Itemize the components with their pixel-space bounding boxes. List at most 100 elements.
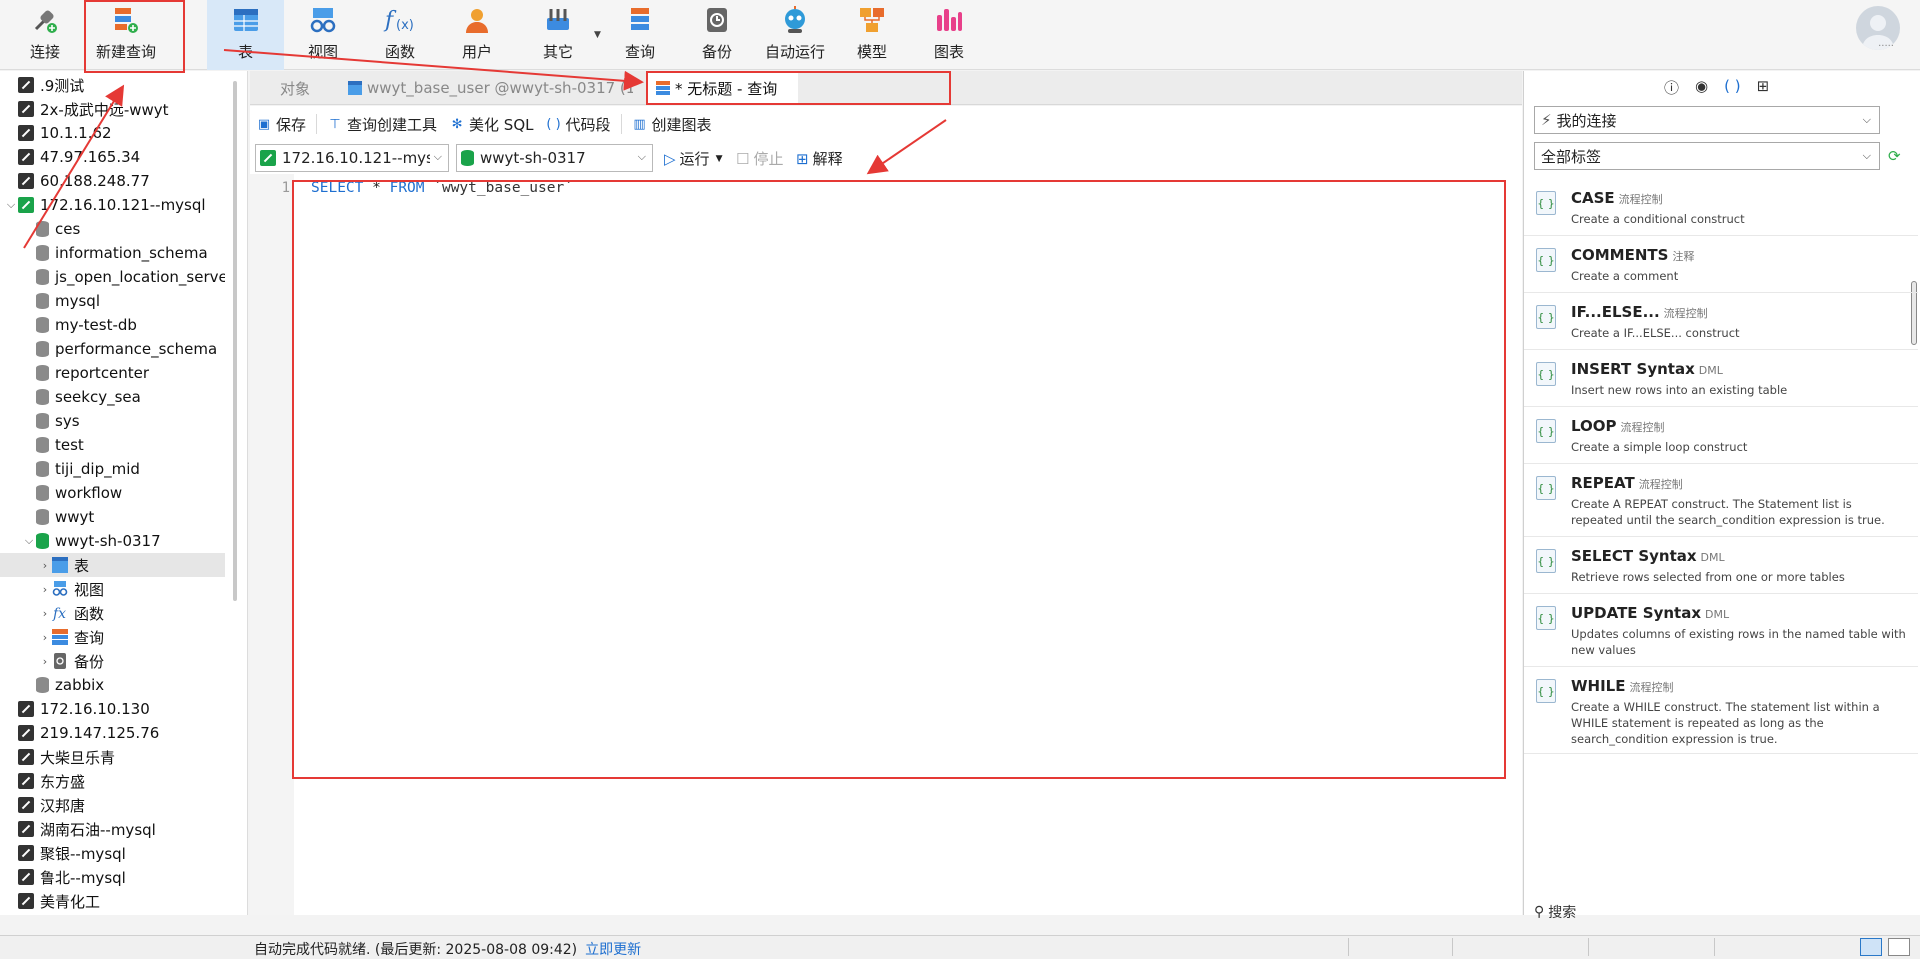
eye-icon[interactable]: ◉ <box>1695 77 1708 98</box>
tree-item[interactable]: js_open_location_server <box>0 265 225 289</box>
tree-item[interactable]: 10.1.1.62 <box>0 121 225 145</box>
snippet-item[interactable]: { } CASE 流程控制 Create a conditional construc… <box>1524 179 1918 236</box>
tree-item[interactable]: 鲁北--mysql <box>0 865 225 889</box>
toolbar-new-query-button[interactable]: 新建查询 <box>90 0 162 70</box>
snippet-item[interactable]: { } REPEAT 流程控制 Create A REPEAT construct. … <box>1524 464 1918 537</box>
tree-item[interactable]: workflow <box>0 481 225 505</box>
sql-code-line[interactable]: SELECT * FROM `wwyt_base_user` <box>311 180 573 196</box>
connection-select[interactable]: 172.16.10.121--mysql ⌵ <box>255 144 449 172</box>
chevron-right-icon[interactable]: › <box>38 655 52 668</box>
tree-item[interactable]: seekcy_sea <box>0 385 225 409</box>
tree-item[interactable]: 219.147.125.76 <box>0 721 225 745</box>
toolbar-query-button[interactable]: 查询 <box>617 0 663 70</box>
chevron-down-icon[interactable]: ⌵ <box>4 198 18 212</box>
save-button[interactable]: ▣ 保存 <box>256 114 306 135</box>
tree-item[interactable]: information_schema <box>0 241 225 265</box>
tree-item[interactable]: mysql <box>0 289 225 313</box>
other-dropdown-caret-icon[interactable]: ▼ <box>594 30 601 40</box>
chevron-right-icon[interactable]: › <box>38 559 52 572</box>
tag-filter-select[interactable]: 全部标签 ⌵ <box>1534 142 1880 170</box>
tree-item[interactable]: › 备份 <box>0 649 225 673</box>
snippet-button[interactable]: ( ) 代码段 <box>546 114 610 135</box>
tree-item[interactable]: 172.16.10.130 <box>0 697 225 721</box>
tree-item[interactable]: tiji_dip_mid <box>0 457 225 481</box>
tree-item-label: 函数 <box>74 604 105 623</box>
tree-item[interactable]: 东方盛 <box>0 769 225 793</box>
tree-item[interactable]: 汉邦唐 <box>0 793 225 817</box>
chevron-right-icon[interactable]: › <box>38 583 52 596</box>
tree-item[interactable]: reportcenter <box>0 361 225 385</box>
code-snippet-icon[interactable]: ( ) <box>1724 77 1740 98</box>
layout-right-panel-toggle[interactable] <box>1888 938 1910 956</box>
snippet-item[interactable]: { } SELECT Syntax DML Retrieve rows selecte… <box>1524 537 1918 594</box>
toolbar-automation-button[interactable]: 自动运行 <box>762 0 828 70</box>
toolbar-view-button[interactable]: 视图 <box>300 0 346 70</box>
snippet-item[interactable]: { } WHILE 流程控制 Create a WHILE construct. Th… <box>1524 667 1918 754</box>
connection-filter-select[interactable]: ⚡ 我的连接 ⌵ <box>1534 106 1880 134</box>
chevron-right-icon[interactable]: › <box>38 631 52 644</box>
layout-icon[interactable]: ⊞ <box>1757 77 1770 98</box>
toolbar-model-button[interactable]: 模型 <box>849 0 895 70</box>
tree-item[interactable]: ces <box>0 217 225 241</box>
layout-left-panel-toggle[interactable] <box>1860 938 1882 956</box>
toolbar-user-button[interactable]: 用户 <box>454 0 500 70</box>
query-builder-button[interactable]: ⊤ 查询创建工具 <box>327 114 437 135</box>
snippet-search[interactable]: ⚲ 搜索 <box>1534 902 1576 922</box>
toolbar-chart-button[interactable]: 图表 <box>926 0 972 70</box>
toolbar-backup-button[interactable]: 备份 <box>694 0 740 70</box>
tree-item[interactable]: ⌵ 172.16.10.121--mysql <box>0 193 225 217</box>
update-now-link[interactable]: 立即更新 <box>585 942 641 958</box>
svg-text:(x): (x) <box>396 18 414 33</box>
tree-item[interactable]: 60.188.248.77 <box>0 169 225 193</box>
run-dropdown-icon[interactable]: ▼ <box>716 154 723 164</box>
tree-item[interactable]: › 查询 <box>0 625 225 649</box>
tree-item[interactable]: wwyt <box>0 505 225 529</box>
beautify-sql-button[interactable]: ✻ 美化 SQL <box>449 114 534 135</box>
connection-icon <box>18 701 34 717</box>
tree-item[interactable]: 47.97.165.34 <box>0 145 225 169</box>
snippet-item[interactable]: { } IF...ELSE... 流程控制 Create a IF...ELSE...… <box>1524 293 1918 350</box>
snippet-item[interactable]: { } LOOP 流程控制 Create a simple loop construc… <box>1524 407 1918 464</box>
run-button[interactable]: ▷ 运行 ▼ <box>664 148 722 169</box>
view-glasses-icon <box>306 3 340 37</box>
tree-item[interactable]: 美青化工 <box>0 889 225 913</box>
toolbar-other-button[interactable]: 其它 <box>535 0 581 70</box>
tree-item-label: 2x-成武中远-wwyt <box>40 100 169 119</box>
create-chart-button[interactable]: ▥ 创建图表 <box>632 114 711 135</box>
tools-icon <box>541 3 575 37</box>
tree-item[interactable]: 大柴旦乐青 <box>0 745 225 769</box>
chevron-down-icon[interactable]: ⌵ <box>22 534 36 548</box>
tree-item[interactable]: performance_schema <box>0 337 225 361</box>
tree-item[interactable]: › 表 <box>0 553 225 577</box>
snippet-title: REPEAT 流程控制 <box>1571 474 1683 492</box>
tree-item[interactable]: ⌵ wwyt-sh-0317 <box>0 529 225 553</box>
toolbar-table-button[interactable]: 表 <box>207 0 284 70</box>
toolbar-connect-button[interactable]: 连接 <box>18 0 72 70</box>
tree-item[interactable]: my-test-db <box>0 313 225 337</box>
sql-editor[interactable]: 1 SELECT * FROM `wwyt_base_user` <box>250 174 1522 915</box>
sidebar-vertical-scrollbar[interactable] <box>233 81 237 601</box>
info-icon[interactable]: ⓘ <box>1664 77 1679 98</box>
explain-icon: ⊞ <box>796 149 809 168</box>
toolbar-function-button[interactable]: f (x) 函数 <box>377 0 423 70</box>
snippet-item[interactable]: { } COMMENTS 注释 Create a comment <box>1524 236 1918 293</box>
chevron-right-icon[interactable]: › <box>38 607 52 620</box>
database-select[interactable]: wwyt-sh-0317 ⌵ <box>456 144 653 172</box>
tree-item[interactable]: zabbix <box>0 673 225 697</box>
tree-item[interactable]: .9测试 <box>0 73 225 97</box>
tree-item[interactable]: test <box>0 433 225 457</box>
snippet-item[interactable]: { } INSERT Syntax DML Insert new rows into … <box>1524 350 1918 407</box>
tree-item[interactable]: 聚银--mysql <box>0 841 225 865</box>
connection-tree: .9测试 2x-成武中远-wwyt 10.1.1.62 47.97.165.34 60.… <box>0 71 248 915</box>
tree-item[interactable]: › 视图 <box>0 577 225 601</box>
tab-table-data[interactable]: wwyt_base_user @wwyt-sh-0317 (17... <box>338 71 633 105</box>
refresh-tags-icon[interactable]: ⟳ <box>1888 147 1901 165</box>
stop-button[interactable]: ☐ 停止 <box>736 148 783 169</box>
snippet-item[interactable]: { } UPDATE Syntax DML Updates columns of ex… <box>1524 594 1918 667</box>
explain-button[interactable]: ⊞ 解释 <box>796 148 843 169</box>
tab-untitled-query[interactable]: * 无标题 - 查询 <box>646 71 798 105</box>
tree-item[interactable]: 湖南石油--mysql <box>0 817 225 841</box>
tree-item[interactable]: 2x-成武中远-wwyt <box>0 97 225 121</box>
tree-item[interactable]: sys <box>0 409 225 433</box>
tree-item[interactable]: › fx 函数 <box>0 601 225 625</box>
